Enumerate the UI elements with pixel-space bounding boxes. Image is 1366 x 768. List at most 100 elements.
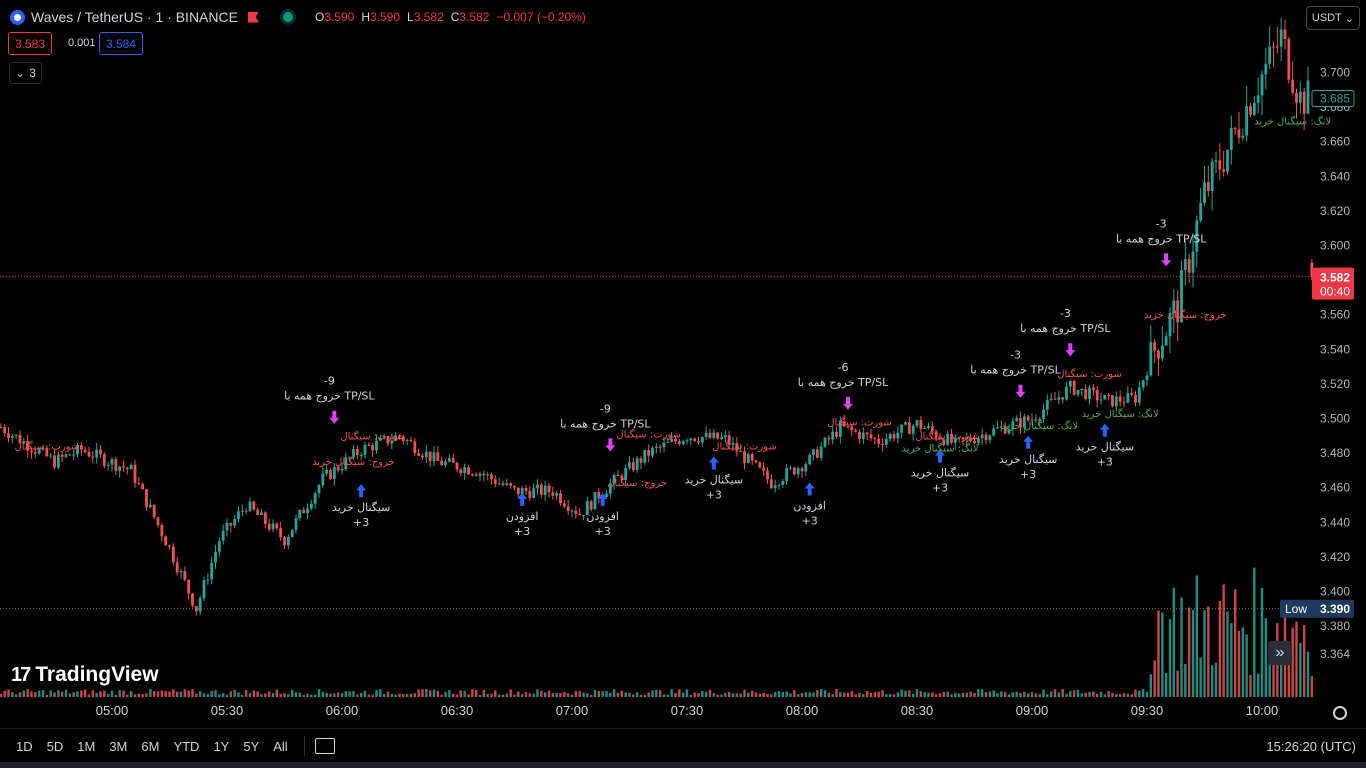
- volume-bar: [1302, 625, 1306, 697]
- tradingview-logo[interactable]: 17 TradingView: [11, 663, 159, 687]
- candle-body: [877, 438, 881, 444]
- range-5y[interactable]: 5Y: [241, 739, 261, 754]
- candle-body: [1291, 79, 1295, 93]
- price-tick-label: 3.364: [1320, 647, 1350, 661]
- volume-bar: [896, 692, 900, 697]
- strategy-side-label: شورت: سیگنال: [915, 430, 980, 442]
- volume-bar: [210, 690, 213, 697]
- candle-body: [474, 474, 478, 476]
- sell-button[interactable]: 3.583: [8, 32, 53, 55]
- flag-icon[interactable]: [247, 11, 259, 23]
- indicators-count: 3: [29, 66, 36, 80]
- candle-body: [766, 470, 769, 480]
- volume-bar: [1295, 621, 1298, 697]
- goto-date-calendar-icon[interactable]: [314, 738, 335, 754]
- candle-body: [467, 467, 470, 475]
- range-ytd[interactable]: YTD: [171, 739, 201, 754]
- candle-body: [992, 428, 996, 436]
- volume-bar: [137, 693, 141, 697]
- volume-bar: [762, 693, 765, 697]
- volume-bar: [30, 691, 33, 697]
- volume-bar: [417, 689, 420, 697]
- utc-clock[interactable]: 15:26:20 (UTC): [1266, 739, 1356, 754]
- volume-bar: [133, 694, 137, 697]
- volume-bar: [413, 693, 417, 697]
- candle-body: [693, 438, 697, 441]
- toolbar-divider: [303, 736, 305, 756]
- candle-body: [582, 515, 585, 517]
- candle-body: [3, 427, 7, 434]
- candle-body: [700, 437, 704, 443]
- price-tick-label: 3.420: [1320, 550, 1350, 564]
- currency-selector[interactable]: USDT ⌄: [1305, 6, 1360, 30]
- candle-body: [697, 440, 700, 443]
- candle-body: [1206, 182, 1210, 192]
- candle-body: [1114, 396, 1118, 407]
- scroll-to-realtime-button[interactable]: »: [1268, 641, 1292, 665]
- candle-body: [279, 528, 283, 538]
- range-1m[interactable]: 1M: [75, 739, 97, 754]
- volume-bar: [1057, 692, 1061, 697]
- volume-bar: [1268, 661, 1271, 697]
- volume-bar: [1030, 692, 1034, 697]
- candle-body: [432, 452, 436, 462]
- candle-body: [447, 458, 451, 462]
- candle-body: [1130, 392, 1134, 395]
- candle-body: [478, 473, 482, 476]
- volume-bar: [651, 690, 654, 697]
- candle-body: [329, 469, 332, 479]
- range-all[interactable]: All: [271, 739, 289, 754]
- volume-bar: [812, 692, 815, 697]
- volume-bar: [478, 694, 482, 697]
- symbol-title[interactable]: Waves / TetherUS · 1 · BINANCE: [31, 9, 238, 25]
- volume-bar: [678, 689, 681, 697]
- volume-bar: [969, 691, 972, 697]
- settings-gear-icon[interactable]: [1333, 706, 1347, 720]
- candle-body: [171, 546, 175, 563]
- candle-body: [244, 510, 248, 512]
- volume-bar: [655, 689, 658, 697]
- volume-bar: [267, 691, 271, 697]
- candle-body: [704, 432, 708, 438]
- candle-body: [263, 512, 267, 524]
- candle-body: [505, 483, 509, 485]
- candle-body: [819, 446, 823, 458]
- candle-body: [79, 445, 83, 450]
- indicators-toggle[interactable]: ⌄ 3: [9, 62, 42, 84]
- candle-body: [647, 449, 651, 456]
- candle-body: [574, 510, 578, 515]
- volume-bar: [1203, 610, 1206, 697]
- volume-bar: [716, 694, 719, 697]
- volume-bar: [237, 692, 240, 697]
- volume-bar: [666, 694, 670, 697]
- buy-button[interactable]: 3.584: [99, 32, 144, 55]
- price-chart[interactable]: 3.7003.6803.6603.6403.6203.6003.5803.560…: [0, 0, 1366, 768]
- candle-body: [1199, 202, 1203, 221]
- range-6m[interactable]: 6M: [139, 739, 161, 754]
- candle-body: [371, 445, 375, 451]
- strategy-side-label: شورت: سیگنال: [827, 416, 892, 428]
- range-5d[interactable]: 5D: [45, 739, 66, 754]
- volume-bar: [405, 693, 409, 697]
- volume-bar: [1210, 665, 1214, 697]
- range-3m[interactable]: 3M: [107, 739, 129, 754]
- candle-body: [1149, 342, 1153, 376]
- candle-body: [421, 455, 424, 458]
- candle-body: [156, 517, 160, 526]
- bottom-panel-edge: [0, 762, 1366, 768]
- candle-body: [352, 449, 355, 458]
- time-tick-label: 05:00: [96, 703, 129, 718]
- candle-body: [589, 501, 593, 510]
- candle-body: [1091, 387, 1095, 391]
- price-tick-label: 3.660: [1320, 135, 1350, 149]
- range-1y[interactable]: 1Y: [211, 739, 231, 754]
- candle-body: [233, 519, 237, 526]
- volume-bar: [329, 693, 332, 697]
- candle-body: [129, 464, 133, 470]
- volume-bar: [141, 694, 144, 697]
- exit-arrow-icon: [605, 438, 616, 452]
- candle-body: [904, 422, 907, 425]
- price-tick-label: 3.480: [1320, 446, 1350, 460]
- range-1d[interactable]: 1D: [14, 739, 35, 754]
- candle-body: [14, 434, 18, 436]
